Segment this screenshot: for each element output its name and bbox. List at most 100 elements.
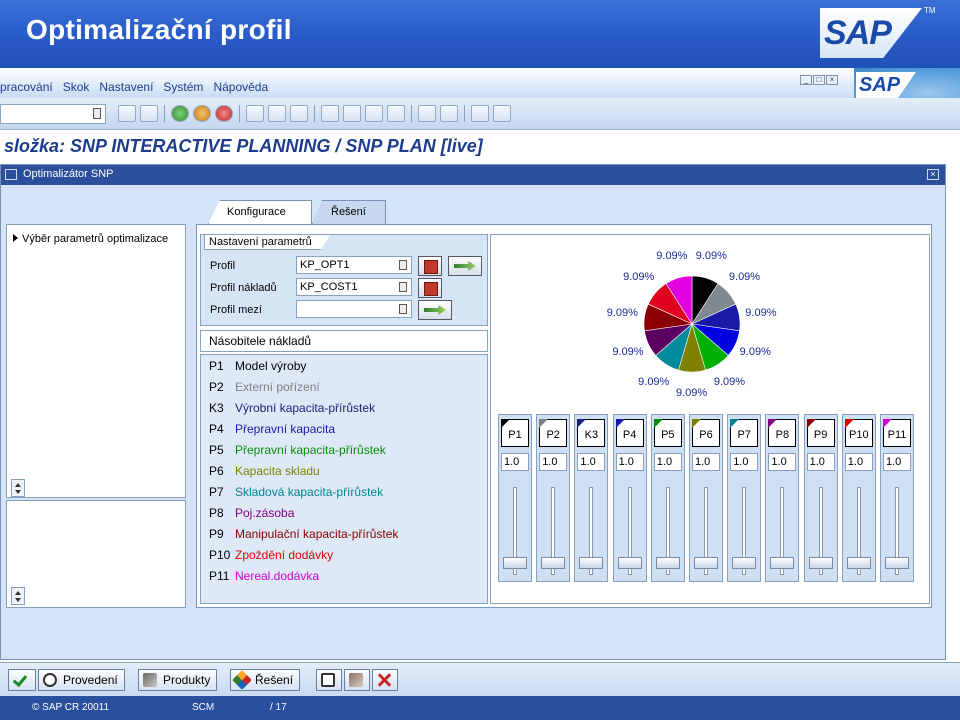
cost-text: Přepravní kapacita-přírůstek <box>235 443 386 457</box>
slider-value-field[interactable]: 1.0 <box>539 453 568 471</box>
slider-p7: P7 1.0 <box>727 414 762 582</box>
close-window-icon[interactable]: × <box>927 169 939 180</box>
window-controls: _ □ × <box>800 71 839 85</box>
save-cost-profile-button[interactable] <box>418 278 442 298</box>
first-page-icon[interactable] <box>321 105 339 122</box>
cost-code: P7 <box>209 485 224 499</box>
products-button[interactable]: Produkty <box>138 669 218 691</box>
maximize-icon[interactable]: □ <box>813 75 825 85</box>
scroll-up-down-icon[interactable] <box>11 479 25 497</box>
slider-thumb[interactable] <box>617 557 642 569</box>
next-page-icon[interactable] <box>365 105 383 122</box>
slider-value-field[interactable]: 1.0 <box>806 453 835 471</box>
slider-thumb[interactable] <box>503 557 527 569</box>
tree-lower-pane <box>6 500 186 608</box>
pie-label-p11: 9.09% <box>656 249 688 262</box>
help-icon[interactable] <box>471 105 489 122</box>
settings-button[interactable] <box>344 669 370 691</box>
menu-item-3[interactable]: Systém <box>163 80 203 94</box>
tab-solution[interactable]: Řešení <box>312 200 386 224</box>
expand-arrow-icon[interactable] <box>13 234 18 242</box>
pie-label-p5: 9.09% <box>713 375 746 388</box>
save-profile-button[interactable] <box>418 256 442 276</box>
exit-icon[interactable] <box>193 105 211 122</box>
cancel-icon <box>377 673 391 687</box>
slider-value-field[interactable]: 1.0 <box>768 453 797 471</box>
find-icon[interactable] <box>268 105 286 122</box>
window-title: Optimalizátor SNP <box>23 168 114 180</box>
dropdown-icon[interactable] <box>399 282 407 292</box>
slider-thumb[interactable] <box>732 557 757 569</box>
find-next-icon[interactable] <box>290 105 308 122</box>
slider-p6: P6 1.0 <box>689 414 723 582</box>
cost-row-p4: P4 Přepravní kapacita <box>209 422 335 436</box>
slider-value-field[interactable]: 1.0 <box>577 453 606 471</box>
cancel-icon[interactable] <box>215 105 233 122</box>
back-icon[interactable] <box>171 105 189 122</box>
solution-icon <box>232 670 252 690</box>
previous-page-icon[interactable] <box>343 105 361 122</box>
color-marker-icon <box>692 419 701 428</box>
slider-thumb[interactable] <box>694 557 718 569</box>
tree-item-parameters[interactable]: Výběr parametrů optimalizace <box>13 233 168 245</box>
menu-item-1[interactable]: Skok <box>63 80 90 94</box>
slider-thumb[interactable] <box>846 557 871 569</box>
cost-row-p1: P1 Model výroby <box>209 359 306 373</box>
close-icon[interactable]: × <box>826 75 838 85</box>
profile-field[interactable]: KP_OPT1 <box>296 256 412 274</box>
slider-thumb[interactable] <box>808 557 833 569</box>
slider-thumb[interactable] <box>579 557 604 569</box>
pie-label-p10: 9.09% <box>623 271 655 284</box>
menu-item-2[interactable]: Nastavení <box>99 80 153 94</box>
command-field[interactable] <box>0 104 106 124</box>
print-icon[interactable] <box>246 105 264 122</box>
minimize-icon[interactable]: _ <box>800 75 812 85</box>
transfer-bounds-profile-button[interactable] <box>418 300 452 320</box>
run-button[interactable]: Provedení <box>38 669 125 691</box>
cost-code: P6 <box>209 464 224 478</box>
new-session-icon[interactable] <box>418 105 436 122</box>
solution-button[interactable]: Řešení <box>230 669 301 691</box>
dropdown-icon[interactable] <box>399 304 407 314</box>
slider-thumb[interactable] <box>770 557 795 569</box>
scroll-up-down-icon[interactable] <box>11 587 25 605</box>
menu-item-0[interactable]: pracování <box>0 80 53 94</box>
cancel-button[interactable] <box>372 669 398 691</box>
dropdown-icon[interactable] <box>93 108 101 119</box>
dropdown-icon[interactable] <box>399 260 407 270</box>
slider-value-field[interactable]: 1.0 <box>653 453 682 471</box>
confirm-button[interactable] <box>8 669 36 691</box>
slider-value-field[interactable]: 1.0 <box>692 453 720 471</box>
delete-button[interactable] <box>316 669 342 691</box>
toolbar-separator <box>464 105 465 122</box>
cost-row-p8: P8 Poj.zásoba <box>209 506 294 520</box>
transfer-profile-button[interactable] <box>448 256 482 276</box>
layout-menu-icon[interactable] <box>493 105 511 122</box>
save-icon[interactable] <box>140 105 158 122</box>
cost-row-p5: P5 Přepravní kapacita-přírůstek <box>209 443 386 457</box>
cost-profile-field[interactable]: KP_COST1 <box>296 278 412 296</box>
color-marker-icon <box>806 419 816 428</box>
slider-thumb[interactable] <box>885 557 909 569</box>
slider-p1: P1 1.0 <box>498 414 532 582</box>
tab-configuration[interactable]: Konfigurace <box>208 200 312 224</box>
slider-value-field[interactable]: 1.0 <box>615 453 644 471</box>
sap-logo: SAP <box>820 8 922 58</box>
last-page-icon[interactable] <box>387 105 405 122</box>
slider-thumb[interactable] <box>655 557 680 569</box>
slider-p5: P5 1.0 <box>650 414 685 582</box>
trash-icon <box>321 673 335 687</box>
cost-row-p2: P2 Externí pořízení <box>209 380 320 394</box>
slider-thumb[interactable] <box>541 557 566 569</box>
cost-row-p11: P11 Nereal.dodávka <box>209 569 319 583</box>
enter-icon[interactable] <box>118 105 136 122</box>
slider-value-field[interactable]: 1.0 <box>501 453 529 471</box>
bounds-profile-field[interactable] <box>296 300 412 318</box>
slider-value-field[interactable]: 1.0 <box>844 453 873 471</box>
slider-p10: P10 1.0 <box>841 414 876 582</box>
slider-value-field[interactable]: 1.0 <box>883 453 911 471</box>
shortcut-icon[interactable] <box>440 105 458 122</box>
slider-value-field[interactable]: 1.0 <box>730 453 759 471</box>
menu-item-4[interactable]: Nápověda <box>213 80 268 94</box>
cost-text: Výrobní kapacita-přírůstek <box>235 401 376 415</box>
